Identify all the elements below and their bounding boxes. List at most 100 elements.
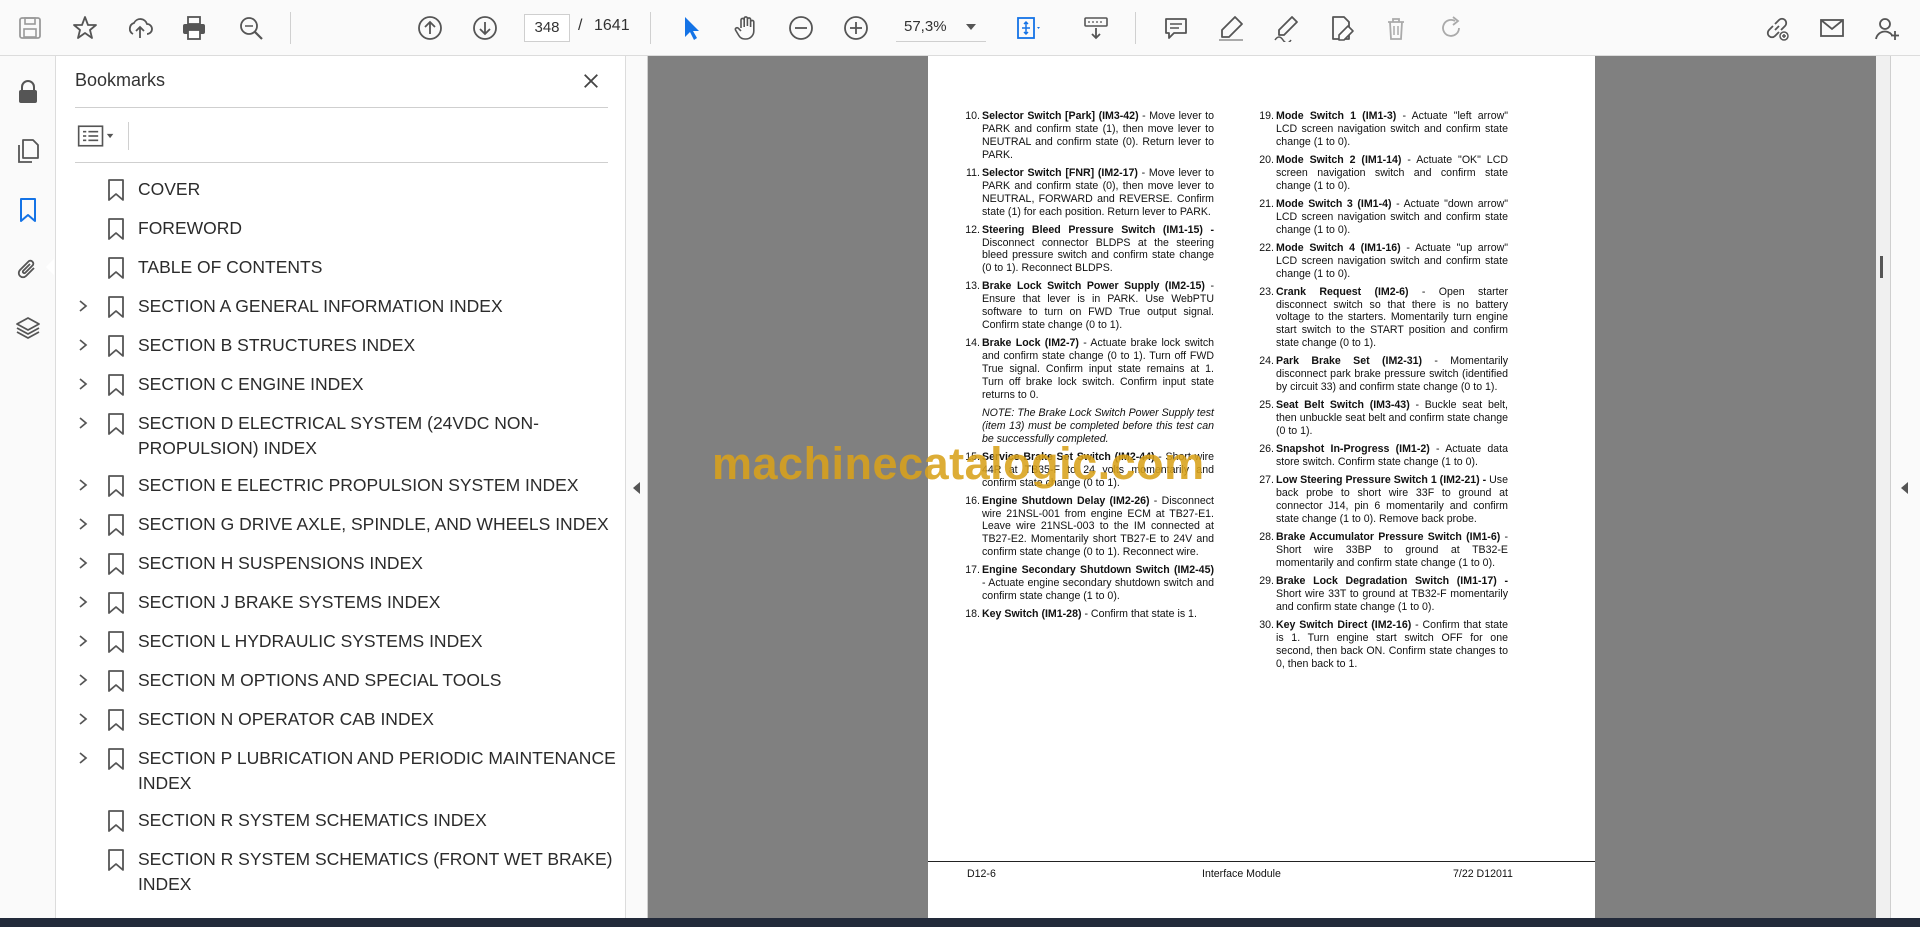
highlight-icon[interactable] xyxy=(1212,9,1250,47)
procedure-step: 25. Seat Belt Switch (IM3-43) - Buckle se… xyxy=(1258,399,1508,438)
expand-chevron-icon[interactable] xyxy=(56,411,96,430)
bookmark-icon xyxy=(96,629,136,654)
bookmark-item[interactable]: SECTION A GENERAL INFORMATION INDEX xyxy=(56,288,626,327)
mail-icon[interactable] xyxy=(1813,9,1851,47)
expand-chevron-icon[interactable] xyxy=(56,590,96,609)
page-number-input[interactable]: 348 xyxy=(524,14,570,42)
step-heading: Key Switch (IM1-28) xyxy=(982,608,1082,621)
bookmark-label: SECTION J BRAKE SYSTEMS INDEX xyxy=(138,592,441,612)
zoom-in-icon[interactable] xyxy=(837,9,875,47)
expand-chevron-icon[interactable] xyxy=(56,512,96,531)
redo-icon[interactable] xyxy=(1432,9,1470,47)
step-heading: Engine Shutdown Delay (IM2-26) xyxy=(982,494,1150,507)
share-link-icon[interactable] xyxy=(1758,9,1796,47)
expand-placeholder xyxy=(56,216,96,221)
layers-icon[interactable] xyxy=(10,310,46,346)
bookmark-label: TABLE OF CONTENTS xyxy=(138,257,323,277)
bookmark-options-button[interactable] xyxy=(75,120,125,152)
procedure-step: 20. Mode Switch 2 (IM1-14) - Actuate "OK"… xyxy=(1258,154,1508,193)
bookmark-item[interactable]: SECTION G DRIVE AXLE, SPINDLE, AND WHEEL… xyxy=(56,506,626,545)
pages-thumbnails-icon[interactable] xyxy=(10,133,46,169)
close-icon[interactable] xyxy=(576,66,606,96)
bookmark-icon xyxy=(96,255,136,280)
bookmark-item[interactable]: SECTION E ELECTRIC PROPULSION SYSTEM IND… xyxy=(56,467,626,506)
zoom-search-icon[interactable] xyxy=(232,9,270,47)
bookmark-icon xyxy=(96,847,136,872)
select-cursor-icon[interactable] xyxy=(672,9,710,47)
bookmark-icon xyxy=(96,551,136,576)
step-heading: Selector Switch [Park] (IM3-42) xyxy=(982,110,1139,122)
step-number: 16. xyxy=(965,494,980,507)
sign-icon[interactable] xyxy=(1267,9,1305,47)
bookmark-label: SECTION G DRIVE AXLE, SPINDLE, AND WHEEL… xyxy=(138,514,609,534)
options-list-icon xyxy=(77,125,114,147)
fit-page-icon[interactable] xyxy=(1007,9,1045,47)
print-icon[interactable] xyxy=(175,9,213,47)
taskbar-edge xyxy=(0,918,1920,927)
footer-rule xyxy=(928,861,1595,862)
chevron-down-icon[interactable] xyxy=(966,24,976,30)
bookmark-item[interactable]: FOREWORD xyxy=(56,210,626,249)
bookmark-item[interactable]: SECTION L HYDRAULIC SYSTEMS INDEX xyxy=(56,623,626,662)
bookmark-item[interactable]: SECTION N OPERATOR CAB INDEX xyxy=(56,701,626,740)
bookmark-item[interactable]: SECTION H SUSPENSIONS INDEX xyxy=(56,545,626,584)
hand-icon[interactable] xyxy=(727,9,765,47)
bookmark-item[interactable]: SECTION C ENGINE INDEX xyxy=(56,366,626,405)
collapse-left-icon[interactable] xyxy=(633,482,640,494)
expand-placeholder xyxy=(56,808,96,813)
footer-page-code: D12-6 xyxy=(967,868,996,880)
bookmark-item[interactable]: SECTION R SYSTEM SCHEMATICS (FRONT WET B… xyxy=(56,841,626,903)
bookmark-icon[interactable] xyxy=(10,192,46,228)
step-heading: Brake Accumulator Pressure Switch (IM1-6… xyxy=(1276,530,1501,543)
expand-right-panel-icon[interactable] xyxy=(1901,482,1908,494)
bookmark-label: SECTION B STRUCTURES INDEX xyxy=(138,335,416,355)
scroll-mode-icon[interactable] xyxy=(1077,9,1115,47)
expand-chevron-icon[interactable] xyxy=(56,707,96,726)
expand-chevron-icon[interactable] xyxy=(56,294,96,313)
lock-icon[interactable] xyxy=(10,74,46,110)
panel-splitter[interactable] xyxy=(626,56,648,918)
right-column: 19. Mode Switch 1 (IM1-3) - Actuate "left… xyxy=(1258,110,1508,676)
expand-chevron-icon[interactable] xyxy=(56,551,96,570)
expand-chevron-icon[interactable] xyxy=(56,746,96,765)
arrow-down-icon[interactable] xyxy=(466,9,504,47)
step-number: 17. xyxy=(965,564,980,577)
bookmark-item[interactable]: SECTION R SYSTEM SCHEMATICS INDEX xyxy=(56,802,626,841)
step-text: Disconnect connector BLDPS at the steeri… xyxy=(982,236,1214,275)
expand-chevron-icon[interactable] xyxy=(56,333,96,352)
save-icon[interactable] xyxy=(11,9,49,47)
account-icon[interactable] xyxy=(1868,9,1906,47)
vertical-scrollbar[interactable] xyxy=(1876,56,1890,918)
bookmark-icon xyxy=(96,216,136,241)
expand-chevron-icon[interactable] xyxy=(56,668,96,687)
upload-icon[interactable] xyxy=(121,9,159,47)
star-icon[interactable] xyxy=(66,9,104,47)
expand-chevron-icon[interactable] xyxy=(56,473,96,492)
toolbar-separator xyxy=(1135,12,1136,44)
expand-chevron-icon[interactable] xyxy=(56,372,96,391)
bookmark-item[interactable]: TABLE OF CONTENTS xyxy=(56,249,626,288)
bookmark-item[interactable]: SECTION J BRAKE SYSTEMS INDEX xyxy=(56,584,626,623)
comment-icon[interactable] xyxy=(1157,9,1195,47)
step-heading: Mode Switch 3 (IM1-4) xyxy=(1276,197,1392,210)
zoom-out-icon[interactable] xyxy=(782,9,820,47)
bookmark-item[interactable]: SECTION P LUBRICATION AND PERIODIC MAINT… xyxy=(56,740,626,802)
active-panel-indicator xyxy=(46,259,54,275)
fill-sign-icon[interactable] xyxy=(1322,9,1360,47)
bookmark-item[interactable]: SECTION M OPTIONS AND SPECIAL TOOLS xyxy=(56,662,626,701)
right-panel-splitter[interactable] xyxy=(1890,56,1920,918)
bookmark-item[interactable]: SECTION B STRUCTURES INDEX xyxy=(56,327,626,366)
bookmark-item[interactable]: COVER xyxy=(56,171,626,210)
step-heading: Park Brake Set (IM2-31) xyxy=(1276,355,1423,368)
expand-chevron-icon[interactable] xyxy=(56,629,96,648)
step-number: 23. xyxy=(1259,285,1274,298)
delete-icon[interactable] xyxy=(1377,9,1415,47)
step-number: 14. xyxy=(965,337,980,350)
watermark: machinecatalogic.com xyxy=(712,438,1205,489)
attachment-icon[interactable] xyxy=(10,251,46,287)
scrollbar-thumb[interactable] xyxy=(1880,256,1883,278)
arrow-up-icon[interactable] xyxy=(411,9,449,47)
bookmark-item[interactable]: SECTION D ELECTRICAL SYSTEM (24VDC NON-P… xyxy=(56,405,626,467)
step-text: - Actuate engine secondary shutdown swit… xyxy=(982,577,1214,603)
step-number: 21. xyxy=(1259,197,1274,210)
